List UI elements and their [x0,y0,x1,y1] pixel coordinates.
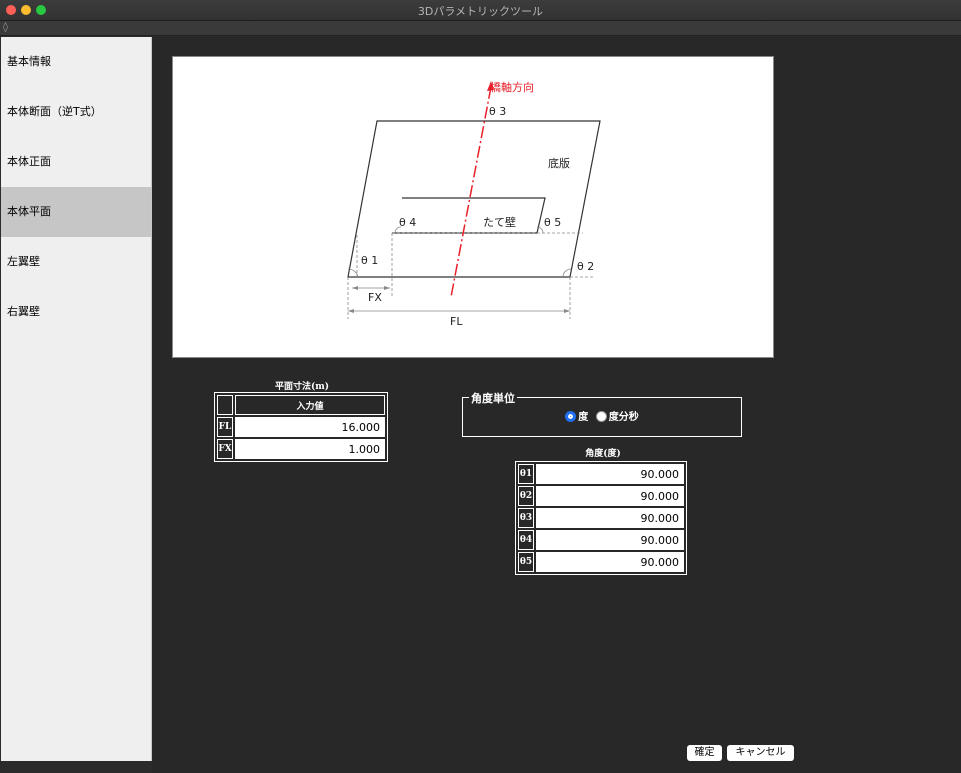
fx-input[interactable]: 1.000 [235,439,385,459]
theta3-label: θ 3 [489,105,506,118]
sidebar-item-left-wing-wall[interactable]: 左翼壁 [1,237,151,287]
theta2-input[interactable]: 90.000 [536,486,684,506]
plan-diagram: 橋軸方向 θ 3 底版 たて壁 θ 4 θ 5 θ 1 θ 2 FX FL [172,56,774,358]
corner-header-cell [217,395,233,415]
theta5-row-label: θ5 [518,552,534,572]
main-panel: 橋軸方向 θ 3 底版 たて壁 θ 4 θ 5 θ 1 θ 2 FX FL 平面… [152,37,961,773]
table-row: θ2 90.000 [518,486,684,506]
fx-label: FX [368,291,382,304]
sidebar-item-right-wing-wall[interactable]: 右翼壁 [1,287,151,337]
theta4-row-label: θ4 [518,530,534,550]
bridge-axis-label: 橋軸方向 [490,80,534,94]
bottom-slab-label: 底版 [548,156,570,170]
cancel-button[interactable]: キャンセル [727,745,794,761]
wall-label: たて壁 [483,215,516,229]
sidebar-item-body-plan[interactable]: 本体平面 [1,187,151,237]
toolbar: ◊ [0,21,961,36]
theta1-label: θ 1 [361,254,378,267]
theta3-input[interactable]: 90.000 [536,508,684,528]
sidebar-item-basic-info[interactable]: 基本情報 [1,37,151,87]
sidebar: 基本情報 本体断面（逆T式） 本体正面 本体平面 左翼壁 右翼壁 [1,37,152,761]
toolbar-toggle-icon[interactable]: ◊ [3,21,8,35]
window-title: 3Dパラメトリックツール [417,5,544,18]
theta2-row-label: θ2 [518,486,534,506]
table-row: θ3 90.000 [518,508,684,528]
sidebar-item-body-front[interactable]: 本体正面 [1,137,151,187]
theta4-input[interactable]: 90.000 [536,530,684,550]
angles-table: θ1 90.000 θ2 90.000 θ3 90.000 θ4 90.000 … [515,461,687,575]
theta5-label: θ 5 [544,216,561,229]
angles-caption: 角度(度) [585,449,621,459]
table-row: θ5 90.000 [518,552,684,572]
input-value-header: 入力値 [235,395,385,415]
theta1-row-label: θ1 [518,464,534,484]
title-bar: 3Dパラメトリックツール [0,0,961,21]
degree-radio[interactable] [565,411,577,422]
theta5-input[interactable]: 90.000 [536,552,684,572]
theta4-label: θ 4 [399,216,416,229]
dms-radio-label[interactable]: 度分秒 [609,412,639,423]
bridge-axis-line [450,86,492,298]
plan-dimensions-caption: 平面寸法(m) [274,382,330,392]
bottom-slab-outline [347,120,601,278]
fx-row-label: FX [217,439,233,459]
table-row: θ1 90.000 [518,464,684,484]
table-row: θ4 90.000 [518,530,684,550]
fl-input[interactable]: 16.000 [235,417,385,437]
table-row: FX 1.000 [217,439,385,459]
ok-button[interactable]: 確定 [687,745,722,761]
sidebar-item-body-section[interactable]: 本体断面（逆T式） [1,87,151,137]
plan-diagram-svg: 橋軸方向 θ 3 底版 たて壁 θ 4 θ 5 θ 1 θ 2 FX FL [347,80,601,328]
theta3-row-label: θ3 [518,508,534,528]
fl-row-label: FL [217,417,233,437]
plan-dimensions-table: 入力値 FL 16.000 FX 1.000 [214,392,388,462]
degree-radio-label[interactable]: 度 [578,412,588,423]
theta2-label: θ 2 [577,260,594,273]
fl-label: FL [450,315,463,328]
angle-unit-legend: 角度単位 [469,390,517,406]
dms-radio[interactable] [595,411,607,422]
theta1-input[interactable]: 90.000 [536,464,684,484]
angle-unit-group: 角度単位 度 度分秒 [462,390,742,437]
table-row: FL 16.000 [217,417,385,437]
